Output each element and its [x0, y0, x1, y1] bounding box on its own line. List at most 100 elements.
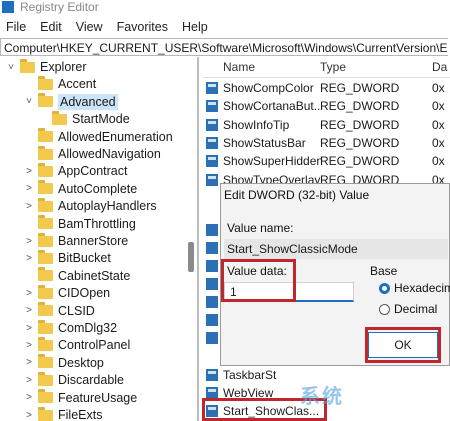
value-row[interactable]: ShowCompColor REG_DWORD 0x	[203, 79, 450, 97]
edit-dword-dialog: Edit DWORD (32-bit) Value Value name: St…	[220, 183, 450, 366]
tree-item-label: Desktop	[58, 355, 104, 370]
value-type: REG_DWORD	[320, 135, 400, 150]
folder-icon	[38, 197, 53, 212]
value-type: REG_DWORD	[320, 81, 400, 95]
folder-icon	[38, 302, 53, 317]
tree-item-label: AppContract	[58, 164, 128, 179]
value-data: 0x	[432, 154, 445, 169]
reg-value-icon	[206, 173, 218, 186]
reg-value-icon	[206, 387, 218, 399]
value-data: 0x	[432, 81, 445, 95]
tree-item-label: Advanced	[58, 93, 118, 110]
tree-item-label: ComDlg32	[58, 321, 118, 335]
value-type: REG_DWORD	[320, 117, 400, 132]
decimal-radio[interactable]	[379, 304, 390, 315]
expander-icon[interactable]: >	[24, 392, 34, 403]
value-name-field: Start_ShowClassicMode	[224, 239, 448, 259]
tree-item-label: AutoplayHandlers	[58, 199, 157, 214]
value-row[interactable]: ShowSuperHidden REG_DWORD 0x	[203, 152, 450, 170]
reg-value-icon	[206, 118, 218, 131]
expander-icon[interactable]: >	[24, 288, 34, 299]
folder-icon	[38, 249, 53, 264]
reg-value-icon	[206, 224, 218, 236]
pane-divider[interactable]	[197, 57, 199, 421]
tree-item-label: Explorer	[40, 60, 87, 74]
value-name: ShowStatusBar	[223, 135, 306, 150]
menu-file[interactable]: File	[0, 20, 34, 34]
folder-icon	[20, 58, 35, 73]
expander-icon[interactable]: >	[24, 166, 34, 177]
expander-icon[interactable]: >	[24, 340, 34, 351]
folder-icon	[38, 232, 53, 247]
value-data: 0x	[432, 117, 445, 132]
tree-item-label: FileExts	[58, 408, 103, 421]
tree-item-label: AllowedEnumeration	[58, 129, 173, 144]
expander-icon[interactable]: >	[24, 183, 34, 194]
decimal-label[interactable]: Decimal	[394, 302, 437, 316]
tree-item-label: CLSID	[58, 303, 95, 318]
menu-edit[interactable]: Edit	[34, 20, 70, 34]
reg-value-icon	[206, 136, 218, 149]
folder-icon	[38, 406, 53, 421]
expander-icon[interactable]: >	[24, 323, 34, 334]
reg-value-icon	[206, 405, 218, 417]
reg-value-icon	[206, 100, 218, 113]
expander-icon[interactable]: >	[24, 375, 34, 386]
menu-favorites[interactable]: Favorites	[111, 20, 176, 34]
menu-help[interactable]: Help	[176, 20, 216, 34]
value-name: ShowSuperHidden	[223, 154, 321, 169]
folder-icon	[38, 284, 53, 299]
address-bar[interactable]: Computer\HKEY_CURRENT_USER\Software\Micr…	[0, 38, 448, 56]
expander-icon[interactable]: >	[24, 201, 34, 212]
tree-item-label: FeatureUsage	[58, 390, 138, 405]
folder-icon	[38, 389, 53, 404]
value-row[interactable]: ShowCortanaBut... REG_DWORD 0x	[203, 97, 450, 115]
tree-item-label: CIDOpen	[58, 286, 111, 301]
value-data: 0x	[432, 135, 445, 150]
scrollbar-thumb[interactable]	[188, 242, 194, 272]
tree-item[interactable]: > FileExts	[24, 405, 102, 421]
column-data[interactable]: Da	[432, 60, 447, 74]
expander-icon[interactable]: >	[24, 236, 34, 247]
tree-item-label: StartMode	[72, 112, 130, 127]
menu-bar: File Edit View Favorites Help	[0, 16, 450, 38]
folder-icon	[38, 93, 53, 108]
value-name-label: Value name:	[227, 221, 294, 235]
reg-value-icon	[206, 332, 218, 344]
value-name: ShowCompColor	[223, 81, 314, 95]
tree-item-label: AutoComplete	[58, 181, 138, 196]
ok-button[interactable]: OK	[368, 332, 438, 358]
registry-app-icon	[2, 1, 14, 13]
expander-icon[interactable]: >	[24, 305, 34, 316]
folder-icon	[38, 128, 53, 143]
expander-icon[interactable]: ˅	[24, 96, 34, 107]
value-type: REG_DWORD	[320, 99, 400, 114]
hexadecimal-radio[interactable]	[379, 283, 390, 294]
hexadecimal-label[interactable]: Hexadecimal	[394, 281, 450, 295]
reg-value-icon	[206, 314, 218, 326]
reg-value-icon	[206, 260, 218, 272]
folder-icon	[38, 180, 53, 195]
folder-icon	[38, 319, 53, 334]
list-header: Name Type Da	[203, 57, 450, 78]
value-row[interactable]: ShowInfoTip REG_DWORD 0x	[203, 116, 450, 134]
reg-value-icon	[206, 278, 218, 290]
value-row[interactable]: ShowStatusBar REG_DWORD 0x	[203, 134, 450, 152]
tree-item-label: BannerStore	[58, 234, 129, 248]
value-name: ShowInfoTip	[223, 117, 290, 132]
tree-item-label: Accent	[58, 77, 97, 92]
expander-icon[interactable]: >	[24, 410, 34, 421]
folder-icon	[38, 75, 53, 90]
reg-value-icon	[206, 82, 218, 94]
column-type[interactable]: Type	[320, 60, 346, 74]
folder-icon	[52, 110, 67, 125]
value-data-input[interactable]: 1	[224, 282, 354, 302]
folder-icon	[38, 162, 53, 177]
menu-view[interactable]: View	[70, 20, 111, 34]
dialog-title: Edit DWORD (32-bit) Value	[224, 188, 370, 202]
column-name[interactable]: Name	[223, 60, 255, 74]
expander-icon[interactable]: >	[24, 357, 34, 368]
expander-icon[interactable]: ˅	[6, 62, 16, 73]
expander-icon[interactable]: >	[24, 253, 34, 264]
folder-icon	[38, 336, 53, 351]
